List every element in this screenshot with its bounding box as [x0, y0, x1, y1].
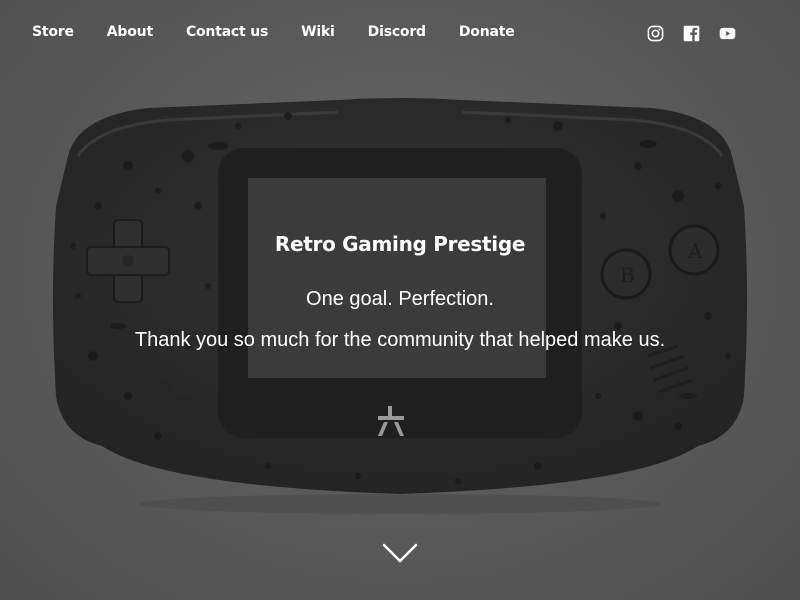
nav-link-donate[interactable]: Donate	[459, 24, 515, 40]
instagram-icon[interactable]	[647, 25, 664, 42]
hero-thanks-text: Thank you so much for the community that…	[134, 329, 666, 351]
hero-tagline: One goal. Perfection.	[306, 288, 494, 310]
facebook-icon[interactable]	[683, 25, 700, 42]
chevron-down-icon[interactable]	[382, 543, 418, 563]
nav-link-contact-us[interactable]: Contact us	[186, 24, 268, 40]
nav-links: Store About Contact us Wiki Discord Dona…	[32, 24, 548, 40]
social-links	[628, 25, 736, 42]
top-navigation: Store About Contact us Wiki Discord Dona…	[0, 0, 800, 68]
nav-link-discord[interactable]: Discord	[368, 24, 426, 40]
youtube-icon[interactable]	[719, 25, 736, 42]
hero-title: Retro Gaming Prestige	[274, 232, 526, 256]
nav-link-about[interactable]: About	[107, 24, 153, 40]
svg-text:B: B	[620, 263, 635, 287]
nav-link-wiki[interactable]: Wiki	[301, 24, 335, 40]
nav-link-store[interactable]: Store	[32, 24, 74, 40]
